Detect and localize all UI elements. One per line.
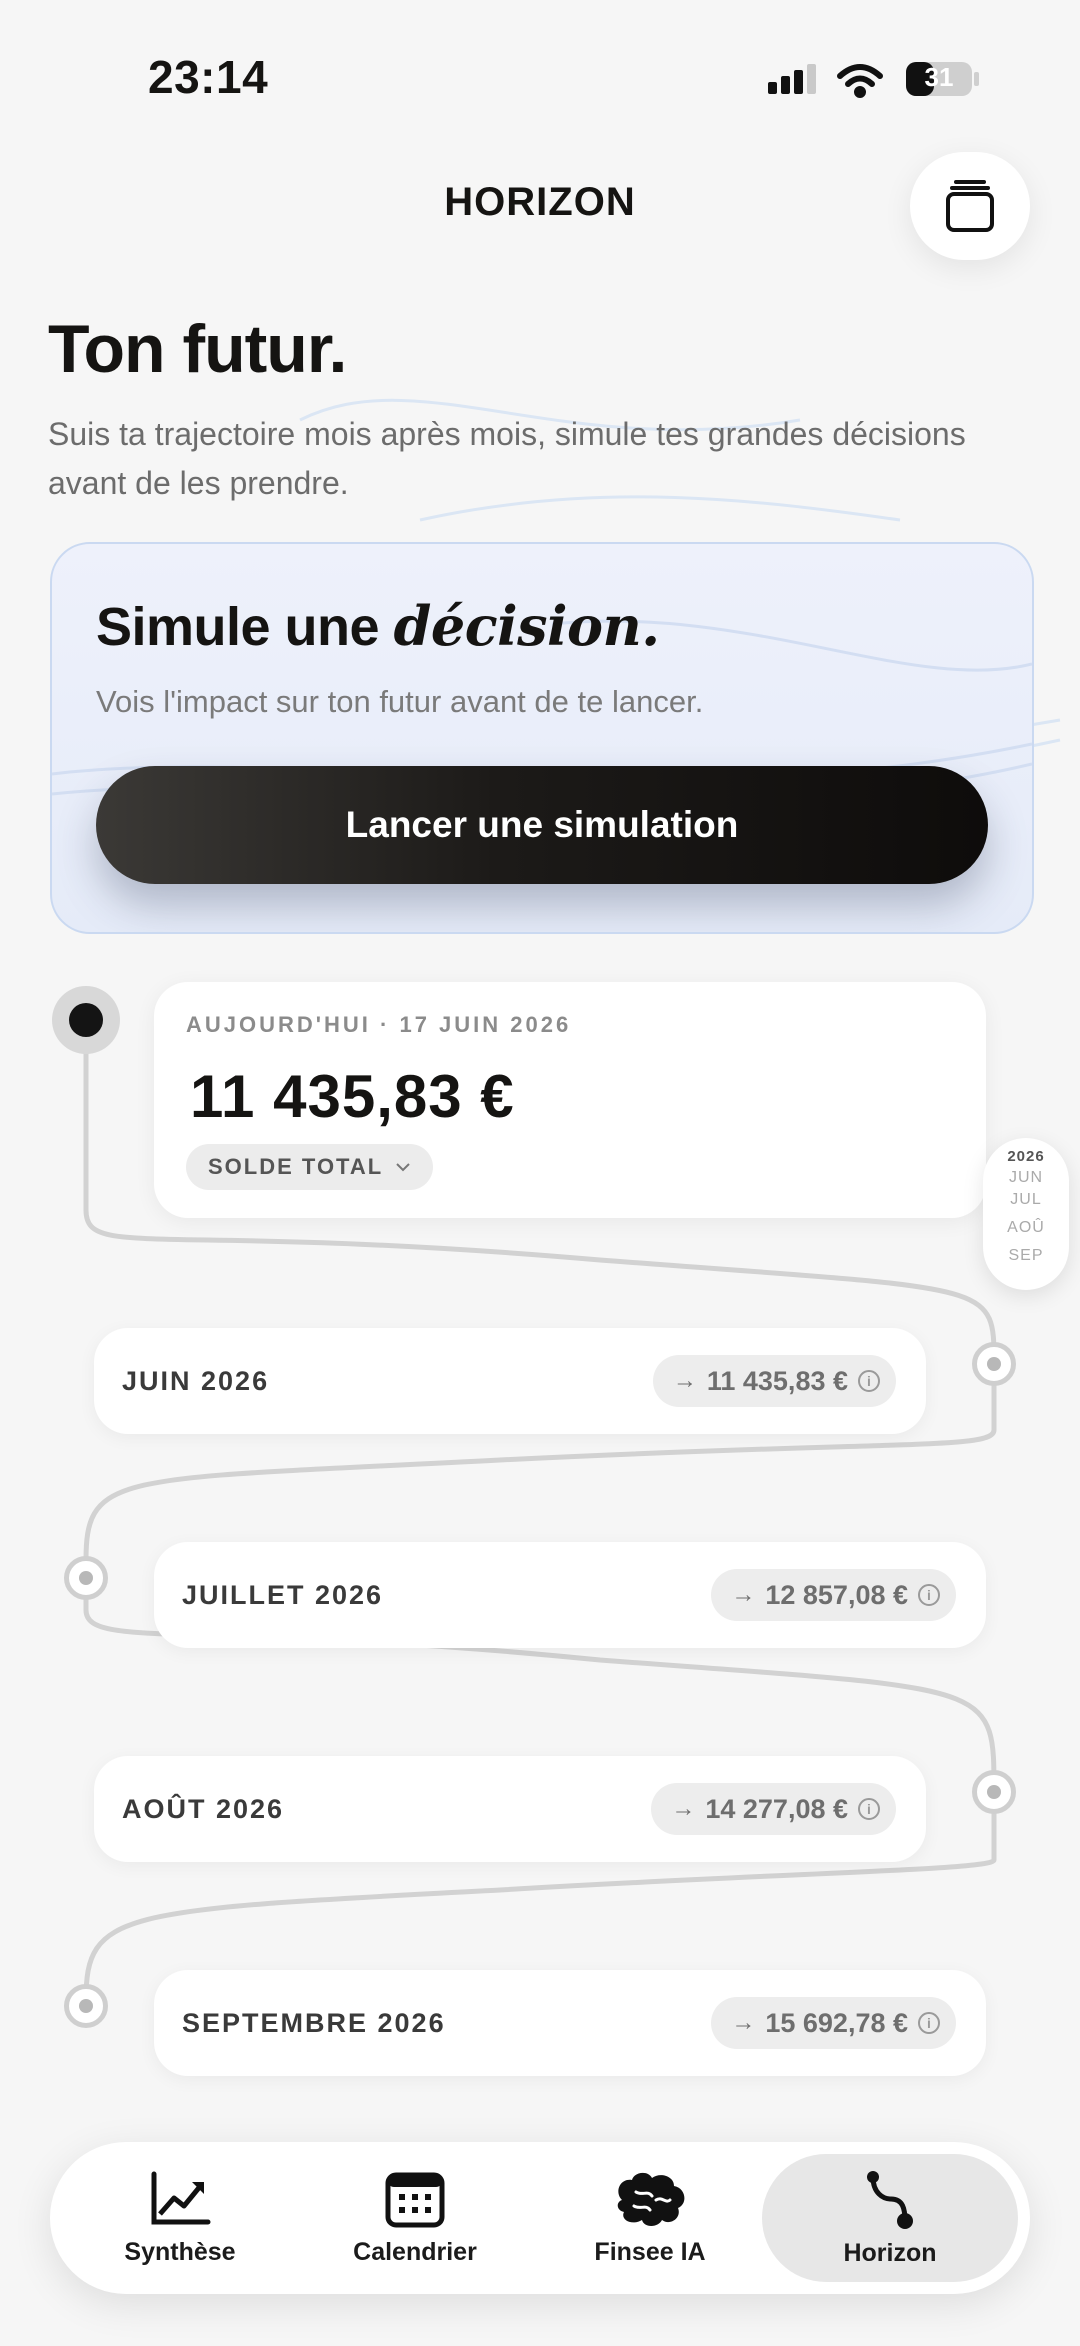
month-projection-amount: 15 692,78 € <box>765 2007 908 2038</box>
simulate-card-title: Simule une décision. <box>96 594 660 658</box>
scroller-month[interactable]: JUN <box>983 1169 1069 1187</box>
today-date-label: AUJOURD'HUI · 17 JUIN 2026 <box>186 1012 572 1037</box>
arrow-right-icon: → <box>671 1795 696 1822</box>
today-node <box>52 986 120 1054</box>
month-projection-pill[interactable]: → 15 692,78 € i <box>711 1997 956 2049</box>
today-amount: 11 435,83 € <box>190 1063 515 1130</box>
month-name: JUILLET 2026 <box>182 1579 384 1610</box>
month-projection-amount: 12 857,08 € <box>765 1579 908 1610</box>
scroller-month[interactable]: AOÛ <box>983 1219 1069 1237</box>
scroller-month[interactable]: JUL <box>983 1191 1069 1209</box>
scroller-year: 2026 <box>1007 1148 1045 1165</box>
month-projection-amount: 11 435,83 € <box>706 1365 848 1396</box>
month-projection-pill[interactable]: → 14 277,08 € i <box>651 1783 896 1835</box>
calendar-icon <box>385 2172 445 2227</box>
history-stack-button[interactable] <box>910 152 1030 260</box>
signal-icon <box>768 64 816 94</box>
launch-simulation-button[interactable]: Lancer une simulation <box>96 766 988 884</box>
month-row-september[interactable]: SEPTEMBRE 2026 → 15 692,78 € i <box>154 1970 986 2076</box>
simulate-card-title-emphasis: décision. <box>393 594 661 658</box>
nav-label: Calendrier <box>353 2237 477 2266</box>
info-icon[interactable]: i <box>918 2012 940 2034</box>
brain-icon <box>617 2172 685 2226</box>
nav-label: Synthèse <box>124 2237 236 2266</box>
simulate-decision-card: Simule une décision. Vois l'impact sur t… <box>50 542 1034 934</box>
chevron-down-icon <box>396 1163 410 1172</box>
month-projection-amount: 14 277,08 € <box>705 1793 848 1824</box>
month-row-july[interactable]: JUILLET 2026 → 12 857,08 € i <box>154 1542 986 1648</box>
stack-icon <box>946 180 994 232</box>
page-subtitle: Suis ta trajectoire mois après mois, sim… <box>48 416 966 501</box>
chart-trend-icon <box>151 2171 211 2224</box>
wifi-icon <box>837 64 883 98</box>
nav-label: Horizon <box>843 2238 937 2267</box>
month-name: AOÛT 2026 <box>122 1793 285 1824</box>
month-row-august[interactable]: AOÛT 2026 → 14 277,08 € i <box>94 1756 926 1862</box>
arrow-right-icon: → <box>672 1367 697 1394</box>
info-icon[interactable]: i <box>858 1798 880 1820</box>
month-projection-pill[interactable]: → 11 435,83 € i <box>652 1355 896 1407</box>
nav-label: Finsee IA <box>594 2237 706 2266</box>
month-name: JUIN 2026 <box>122 1365 270 1396</box>
arrow-right-icon: → <box>731 2009 756 2036</box>
status-time: 23:14 <box>148 51 269 103</box>
page-title: Ton futur. <box>48 311 347 387</box>
timeline-node <box>972 1342 1016 1386</box>
balance-type-dropdown[interactable]: SOLDE TOTAL <box>186 1144 434 1190</box>
simulate-card-subtitle: Vois l'impact sur ton futur avant de te … <box>96 684 704 719</box>
arrow-right-icon: → <box>731 1581 756 1608</box>
timeline-node <box>64 1984 108 2028</box>
path-icon <box>867 2170 913 2229</box>
today-balance-card[interactable]: AUJOURD'HUI · 17 JUIN 2026 11 435,83 € S… <box>154 982 986 1218</box>
bottom-navigation: Synthèse Calendrier Finsee IA Horizon <box>50 2142 1030 2294</box>
month-projection-pill[interactable]: → 12 857,08 € i <box>711 1569 956 1621</box>
scroller-month[interactable]: SEP <box>983 1247 1069 1265</box>
nav-item-synthese[interactable]: Synthèse <box>90 2142 270 2294</box>
info-icon[interactable]: i <box>918 1584 940 1606</box>
month-row-june[interactable]: JUIN 2026 → 11 435,83 € i <box>94 1328 926 1434</box>
nav-item-calendrier[interactable]: Calendrier <box>325 2142 505 2294</box>
month-scroller[interactable]: 2026 JUN JUL AOÛ SEP <box>983 1138 1069 1290</box>
balance-type-label: SOLDE TOTAL <box>208 1154 384 1179</box>
nav-item-finsee-ia[interactable]: Finsee IA <box>560 2142 740 2294</box>
battery-level: 31 <box>924 61 954 92</box>
month-name: SEPTEMBRE 2026 <box>182 2007 446 2038</box>
timeline-node <box>972 1770 1016 1814</box>
nav-item-horizon[interactable]: Horizon <box>800 2142 980 2294</box>
info-icon[interactable]: i <box>858 1370 880 1392</box>
timeline-node <box>64 1556 108 1600</box>
